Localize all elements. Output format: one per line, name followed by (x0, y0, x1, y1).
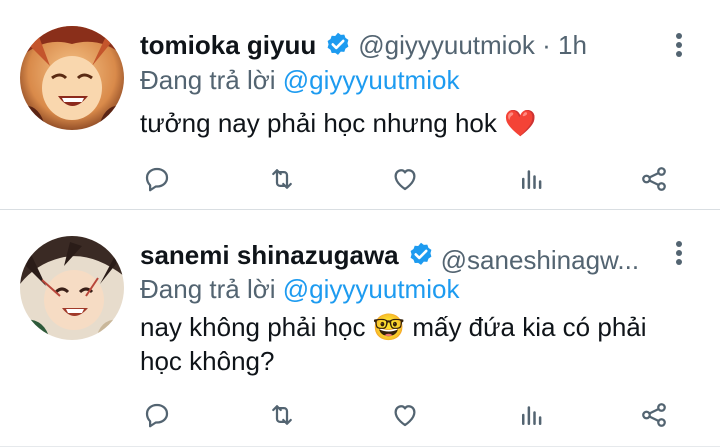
verified-badge-icon (324, 31, 352, 67)
reply-to-link[interactable]: @giyyyuutmiok (283, 274, 460, 304)
tweet-1[interactable]: tomioka giyuu @giyyyuutmiok · 1h Đang trả… (0, 0, 720, 209)
like-button[interactable] (385, 159, 425, 199)
share-icon (642, 403, 666, 427)
heart-icon (394, 405, 416, 427)
views-button[interactable] (512, 159, 552, 199)
reply-prefix: Đang trả lời (140, 65, 283, 95)
more-vertical-icon[interactable] (667, 238, 691, 268)
like-button[interactable] (385, 395, 425, 435)
user-handle[interactable]: @giyyyuutmiok (358, 30, 535, 60)
views-icon (522, 406, 542, 425)
share-button[interactable] (634, 159, 674, 199)
retweet-icon (272, 169, 292, 189)
retweet-icon (272, 405, 292, 425)
reply-icon (145, 403, 169, 428)
tweet-actions (0, 395, 720, 435)
tweet-text: tưởng nay phải học nhưng hok ❤️ (140, 108, 537, 138)
views-button[interactable] (512, 395, 552, 435)
tweet-header: tomioka giyuu @giyyyuutmiok · 1h (140, 28, 587, 67)
retweet-button[interactable] (262, 395, 302, 435)
reply-context: Đang trả lời @giyyyuutmiok (140, 63, 459, 97)
user-handle[interactable]: @saneshinagw... (441, 243, 656, 277)
reply-prefix: Đang trả lời (140, 274, 283, 304)
share-button[interactable] (634, 395, 674, 435)
views-icon (522, 170, 542, 189)
more-vertical-icon[interactable] (667, 30, 691, 60)
reply-button[interactable] (137, 395, 177, 435)
tweet-2[interactable]: sanemi shinazugawa @saneshinagw... Đang t… (0, 210, 720, 447)
display-name[interactable]: tomioka giyuu (140, 30, 316, 60)
reply-context: Đang trả lời @giyyyuutmiok (140, 272, 459, 306)
tweet-text: nay không phải học 🤓 mấy đứa kia có phải… (140, 312, 647, 376)
avatar[interactable] (20, 236, 124, 340)
avatar[interactable] (20, 26, 124, 130)
reply-to-link[interactable]: @giyyyuutmiok (283, 65, 460, 95)
share-icon (642, 167, 666, 191)
heart-icon (394, 169, 416, 191)
reply-icon (145, 167, 169, 192)
retweet-button[interactable] (262, 159, 302, 199)
display-name[interactable]: sanemi shinazugawa (140, 240, 399, 270)
tweet-time[interactable]: 1h (558, 30, 587, 60)
reply-button[interactable] (137, 159, 177, 199)
separator: · (534, 30, 559, 60)
tweet-actions (0, 159, 720, 199)
